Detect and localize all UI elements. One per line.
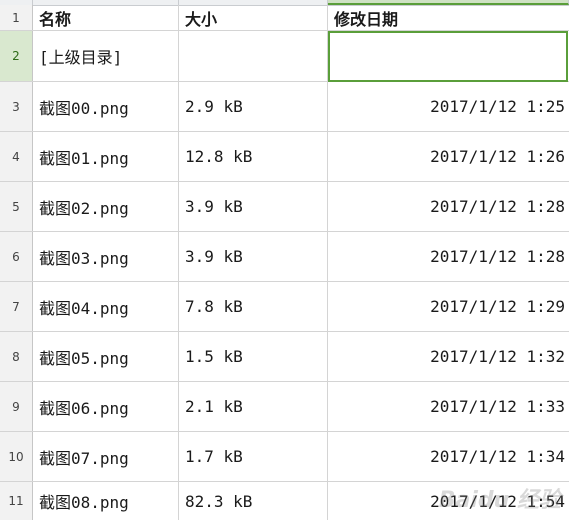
table-row: 3 截图00.png 2.9 kB 2017/1/12 1:25 xyxy=(0,82,569,132)
row-number[interactable]: 9 xyxy=(0,382,33,431)
file-name-cell[interactable]: 截图02.png xyxy=(33,182,179,231)
file-size-cell[interactable]: 3.9 kB xyxy=(179,232,328,281)
file-size-cell[interactable]: 2.1 kB xyxy=(179,382,328,431)
table-row: 7 截图04.png 7.8 kB 2017/1/12 1:29 xyxy=(0,282,569,332)
file-name-cell[interactable]: 截图04.png xyxy=(33,282,179,331)
file-modified-cell[interactable]: 2017/1/12 1:32 xyxy=(328,332,569,381)
file-modified-cell[interactable]: 2017/1/12 1:34 xyxy=(328,432,569,481)
table-row-parent: 2 [上级目录] xyxy=(0,31,569,82)
file-size-cell[interactable]: 1.7 kB xyxy=(179,432,328,481)
file-modified-cell[interactable]: 2017/1/12 1:54 xyxy=(328,482,569,520)
table-row: 4 截图01.png 12.8 kB 2017/1/12 1:26 xyxy=(0,132,569,182)
file-modified-cell[interactable]: 2017/1/12 1:33 xyxy=(328,382,569,431)
row-number[interactable]: 4 xyxy=(0,132,33,181)
file-name-cell[interactable]: 截图01.png xyxy=(33,132,179,181)
file-modified-cell[interactable]: 2017/1/12 1:29 xyxy=(328,282,569,331)
row-number[interactable]: 6 xyxy=(0,232,33,281)
row-number[interactable]: 1 xyxy=(0,5,33,30)
row-number[interactable]: 7 xyxy=(0,282,33,331)
file-name-cell[interactable]: 截图08.png xyxy=(33,482,179,520)
table-row: 5 截图02.png 3.9 kB 2017/1/12 1:28 xyxy=(0,182,569,232)
table-row: 11 截图08.png 82.3 kB 2017/1/12 1:54 xyxy=(0,482,569,520)
file-size-cell[interactable]: 1.5 kB xyxy=(179,332,328,381)
file-size-cell[interactable]: 12.8 kB xyxy=(179,132,328,181)
empty-cell[interactable] xyxy=(179,31,328,81)
table-row: 9 截图06.png 2.1 kB 2017/1/12 1:33 xyxy=(0,382,569,432)
file-modified-cell[interactable]: 2017/1/12 1:25 xyxy=(328,82,569,131)
file-size-cell[interactable]: 7.8 kB xyxy=(179,282,328,331)
parent-dir-cell[interactable]: [上级目录] xyxy=(33,31,179,81)
table-row: 6 截图03.png 3.9 kB 2017/1/12 1:28 xyxy=(0,232,569,282)
row-number[interactable]: 11 xyxy=(0,482,33,520)
table-row: 8 截图05.png 1.5 kB 2017/1/12 1:32 xyxy=(0,332,569,382)
table-row: 10 截图07.png 1.7 kB 2017/1/12 1:34 xyxy=(0,432,569,482)
file-name-cell[interactable]: 截图05.png xyxy=(33,332,179,381)
file-size-cell[interactable]: 2.9 kB xyxy=(179,82,328,131)
file-size-cell[interactable]: 3.9 kB xyxy=(179,182,328,231)
selected-empty-cell[interactable] xyxy=(328,31,569,81)
row-number[interactable]: 2 xyxy=(0,31,33,81)
row-number[interactable]: 5 xyxy=(0,182,33,231)
file-name-cell[interactable]: 截图03.png xyxy=(33,232,179,281)
header-size-cell[interactable]: 大小 xyxy=(179,5,328,30)
row-number[interactable]: 3 xyxy=(0,82,33,131)
row-number[interactable]: 8 xyxy=(0,332,33,381)
file-name-cell[interactable]: 截图07.png xyxy=(33,432,179,481)
file-name-cell[interactable]: 截图06.png xyxy=(33,382,179,431)
spreadsheet: 1 名称 大小 修改日期 2 [上级目录] 3 截图00.png 2.9 kB … xyxy=(0,0,569,520)
file-size-cell[interactable]: 82.3 kB xyxy=(179,482,328,520)
header-modified-cell[interactable]: 修改日期 xyxy=(328,5,569,30)
file-modified-cell[interactable]: 2017/1/12 1:26 xyxy=(328,132,569,181)
file-modified-cell[interactable]: 2017/1/12 1:28 xyxy=(328,182,569,231)
header-name-cell[interactable]: 名称 xyxy=(33,5,179,30)
file-name-cell[interactable]: 截图00.png xyxy=(33,82,179,131)
row-number[interactable]: 10 xyxy=(0,432,33,481)
table-row-header: 1 名称 大小 修改日期 xyxy=(0,5,569,31)
file-modified-cell[interactable]: 2017/1/12 1:28 xyxy=(328,232,569,281)
